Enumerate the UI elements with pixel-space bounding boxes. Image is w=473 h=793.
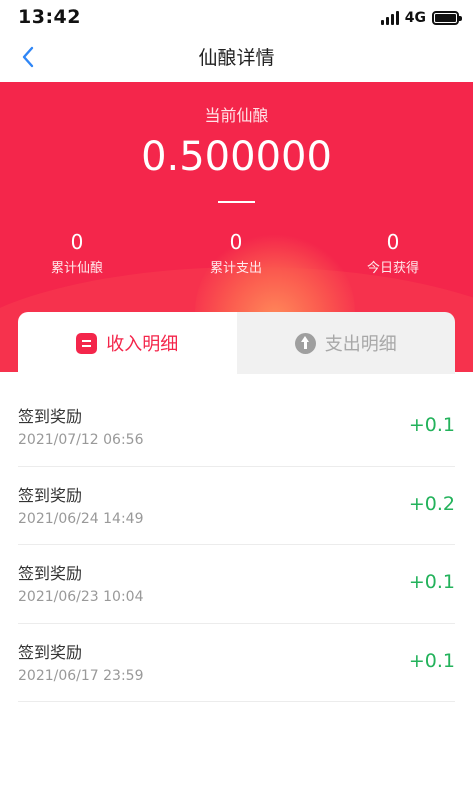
nav-bar: 仙酿详情 <box>0 36 473 82</box>
record-amount: +0.1 <box>408 649 455 672</box>
tab-expense-label: 支出明细 <box>324 334 397 355</box>
record-amount: +0.2 <box>408 492 455 515</box>
income-list-icon <box>76 332 98 354</box>
tab-expense[interactable]: 支出明细 <box>236 312 455 374</box>
balance-value: 0.500000 <box>141 134 332 180</box>
network-type: 4G <box>404 10 426 26</box>
list-item: 签到奖励 2021/06/23 10:04 +0.1 <box>18 545 455 624</box>
record-title: 签到奖励 <box>18 407 83 426</box>
stat-value: 0 <box>70 230 84 254</box>
stat-label: 今日获得 <box>366 261 419 276</box>
divider <box>218 201 255 203</box>
record-title: 签到奖励 <box>18 564 83 583</box>
list-item: 签到奖励 2021/07/12 06:56 +0.1 <box>18 388 455 467</box>
record-time: 2021/07/12 06:56 <box>18 432 144 448</box>
stat-today-earned: 0 今日获得 <box>333 230 453 276</box>
record-time: 2021/06/23 10:04 <box>18 589 144 605</box>
status-bar: 13:42 4G <box>0 0 473 36</box>
record-amount: +0.1 <box>408 414 455 436</box>
balance-label: 当前仙酿 <box>204 106 269 125</box>
stat-value: 0 <box>229 230 243 254</box>
income-records-list: 签到奖励 2021/07/12 06:56 +0.1 签到奖励 2021/06/… <box>18 388 455 702</box>
page-title: 仙酿详情 <box>198 47 275 69</box>
record-time: 2021/06/24 14:49 <box>18 510 144 527</box>
record-title: 签到奖励 <box>18 485 83 505</box>
battery-icon <box>432 11 462 25</box>
stat-total-spent: 0 累计支出 <box>176 230 296 276</box>
stat-value: 0 <box>386 230 400 254</box>
stat-total-earned: 0 累计仙酿 <box>17 230 137 276</box>
list-item: 签到奖励 2021/06/17 23:59 +0.1 <box>18 624 455 702</box>
detail-tabs: 收入明细 支出明细 <box>18 312 455 374</box>
record-time: 2021/06/17 23:59 <box>18 667 144 684</box>
record-amount: +0.1 <box>408 571 455 593</box>
tab-income[interactable]: 收入明细 <box>18 312 237 374</box>
expense-arrow-icon <box>294 332 316 354</box>
stat-label: 累计仙酿 <box>50 261 103 276</box>
stat-label: 累计支出 <box>209 261 262 276</box>
signal-icon <box>380 11 399 25</box>
tab-income-label: 收入明细 <box>106 334 179 355</box>
record-title: 签到奖励 <box>18 642 83 662</box>
list-item: 签到奖励 2021/06/24 14:49 +0.2 <box>18 467 455 545</box>
status-indicators: 4G <box>380 10 462 26</box>
status-time: 13:42 <box>18 6 81 28</box>
